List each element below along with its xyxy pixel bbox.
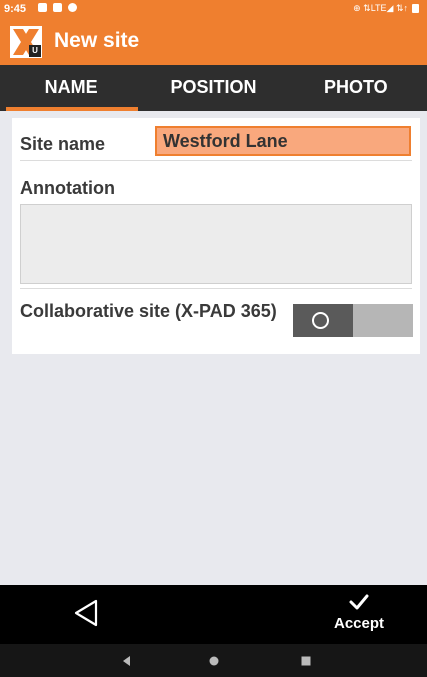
nav-back-icon[interactable] bbox=[119, 653, 135, 669]
site-name-input[interactable] bbox=[155, 126, 411, 156]
app-logo: U bbox=[10, 26, 42, 58]
collaborative-site-label: Collaborative site (X-PAD 365) bbox=[20, 301, 277, 321]
logo-badge: U bbox=[29, 45, 41, 57]
site-form-card: Site name Annotation Collaborative site … bbox=[12, 118, 420, 354]
nav-recents-icon[interactable] bbox=[298, 653, 314, 669]
accept-button[interactable]: Accept bbox=[324, 591, 394, 641]
back-button[interactable] bbox=[68, 597, 104, 629]
status-bar: 9:45 ⊕ ⇅LTE◢ ⇅↑ bbox=[0, 0, 427, 20]
app-notification-icon bbox=[68, 3, 77, 12]
annotation-textarea[interactable] bbox=[20, 204, 412, 284]
message-notification-icon bbox=[53, 3, 62, 12]
tab-bar: NAME POSITION PHOTO bbox=[0, 65, 427, 111]
site-name-label: Site name bbox=[20, 134, 106, 154]
tab-photo[interactable]: PHOTO bbox=[285, 65, 427, 111]
checkmark-icon bbox=[349, 594, 369, 610]
back-triangle-icon bbox=[74, 599, 98, 627]
divider bbox=[20, 160, 412, 161]
signal-status-text: ⊕ ⇅LTE◢ ⇅↑ bbox=[353, 3, 408, 13]
page-title: New site bbox=[54, 29, 140, 52]
divider bbox=[20, 288, 412, 289]
toggle-thumb bbox=[293, 304, 353, 337]
action-bar: Accept bbox=[0, 585, 427, 644]
battery-icon bbox=[412, 4, 419, 13]
status-notification-icons bbox=[38, 3, 77, 12]
system-nav-bar bbox=[0, 644, 427, 677]
tab-name[interactable]: NAME bbox=[0, 65, 142, 111]
settings-notification-icon bbox=[38, 3, 47, 12]
tab-position[interactable]: POSITION bbox=[142, 65, 284, 111]
status-system-icons: ⊕ ⇅LTE◢ ⇅↑ bbox=[353, 3, 419, 14]
status-time: 9:45 bbox=[4, 3, 27, 15]
collaborative-site-toggle[interactable] bbox=[293, 304, 413, 337]
accept-label: Accept bbox=[333, 615, 385, 632]
app-bar: U New site bbox=[0, 20, 427, 65]
nav-home-icon[interactable] bbox=[206, 653, 222, 669]
annotation-label: Annotation bbox=[20, 178, 115, 198]
toggle-off-icon bbox=[312, 312, 329, 329]
